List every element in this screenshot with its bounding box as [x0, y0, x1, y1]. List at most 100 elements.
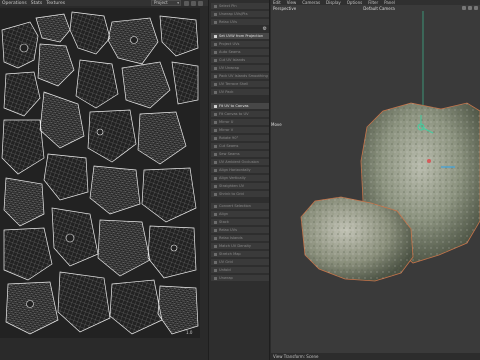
menu-textures[interactable]: Textures [46, 1, 65, 6]
tool-button[interactable]: Unwrap [211, 275, 269, 283]
uv-tools-panel: ⚙ Select Pin Unwrap UVs/Pts Relax UVs Set U… [208, 0, 270, 360]
tool-label: Fit Canvas to UV [219, 112, 249, 117]
tool-label: Align Horizontally [219, 168, 251, 173]
grid-icon[interactable] [184, 0, 189, 6]
tool-label: UV Unwrap [219, 66, 240, 71]
3d-viewport[interactable]: Edit View Cameras Display Options Filter… [271, 0, 480, 360]
tool-button[interactable]: Unwrap UVs/Pts [211, 11, 269, 19]
settings-icon[interactable] [191, 0, 196, 6]
tool-icon [214, 184, 217, 188]
tool-button[interactable]: Relax UVs [211, 227, 269, 235]
tool-button[interactable]: UV Ambient Occlusion [211, 159, 269, 167]
tool-icon [214, 144, 217, 148]
tool-button[interactable]: Unfold [211, 267, 269, 275]
tool-label: Cut Seams [219, 144, 239, 149]
tool-icon [214, 276, 217, 280]
tool-button[interactable]: Align Vertically [211, 175, 269, 183]
tool-icon [214, 12, 217, 16]
tool-button[interactable]: Auto Seams [211, 49, 269, 57]
tool-icon [214, 4, 217, 8]
tool-button[interactable]: Match UV Density [211, 243, 269, 251]
gear-icon[interactable]: ⚙ [263, 26, 267, 32]
tool-button[interactable]: Relax Islands [211, 235, 269, 243]
projection-dropdown[interactable]: Project ▾ [151, 0, 181, 6]
tool-label: Align [219, 212, 229, 217]
tool-icon [214, 34, 217, 38]
tool-icon [214, 168, 217, 172]
tool-label: Relax UVs [219, 228, 237, 233]
tool-button[interactable]: UV Grid [211, 259, 269, 267]
tool-icon [214, 244, 217, 248]
tool-icon [214, 152, 217, 156]
viewport-scene[interactable] [271, 11, 480, 353]
projection-label[interactable]: Perspective [273, 6, 296, 11]
tool-button[interactable]: Shrink to Grid [211, 191, 269, 199]
tool-label: Select Pin [219, 4, 237, 9]
tool-button[interactable]: Fit UV to Canvas [211, 103, 269, 111]
tool-label: Unwrap [219, 276, 233, 281]
tool-icon [214, 128, 217, 132]
tool-button[interactable]: Stretch Map [211, 251, 269, 259]
tool-button[interactable]: UV Pack [211, 89, 269, 97]
move-icon[interactable] [461, 6, 466, 10]
tool-icon [214, 20, 217, 24]
tool-label: Sew Seams [219, 152, 240, 157]
tool-label: UV Ambient Occlusion [219, 160, 259, 165]
viewport-icons [461, 6, 478, 10]
tool-button[interactable]: Convert Selection [211, 203, 269, 211]
tool-icon [214, 176, 217, 180]
tool-button[interactable]: Relax UVs [211, 19, 269, 27]
camera-label[interactable]: Default Camera [363, 6, 395, 11]
tool-icon [214, 204, 217, 208]
tool-icon [214, 228, 217, 232]
tool-icon [214, 260, 217, 264]
tool-button[interactable]: Mirror U [211, 119, 269, 127]
menu-operations[interactable]: Operations [2, 1, 27, 6]
tool-icon [214, 252, 217, 256]
tool-icon [214, 74, 217, 78]
tool-button[interactable]: Cut Seams [211, 143, 269, 151]
tool-button[interactable]: Fit Canvas to UV [211, 111, 269, 119]
tool-icon [214, 268, 217, 272]
tool-icon [214, 82, 217, 86]
transform-label: Move [271, 122, 282, 127]
rock-model-render [300, 11, 480, 282]
tool-button[interactable]: UV Unwrap [211, 65, 269, 73]
tool-button[interactable]: Mirror V [211, 127, 269, 135]
tool-icon [214, 160, 217, 164]
tool-button[interactable]: Align Horizontally [211, 167, 269, 175]
zoom-icon[interactable] [467, 6, 472, 10]
tool-button[interactable]: Pack UV Islands Smoothing [211, 73, 269, 81]
tool-button[interactable]: Project UVs [211, 41, 269, 49]
tool-label: Project UVs [219, 42, 240, 47]
tool-button[interactable]: Stack [211, 219, 269, 227]
tool-button[interactable]: Straighten UV [211, 183, 269, 191]
gizmo-handle-red [427, 159, 431, 163]
tool-icon [214, 236, 217, 240]
tool-button[interactable]: Align [211, 211, 269, 219]
tool-button[interactable]: Select Pin [211, 3, 269, 11]
uv-islands-drawing [1, 11, 199, 335]
uv-toolbar-icons [184, 0, 203, 6]
layout-icon[interactable] [198, 0, 203, 6]
tool-icon [214, 50, 217, 54]
menu-stats[interactable]: Stats [31, 1, 43, 6]
tool-button[interactable]: Cut UV Islands [211, 57, 269, 65]
uv-canvas[interactable] [0, 8, 200, 338]
tool-icon [214, 58, 217, 62]
tool-label: UV Terrace Shell [219, 82, 249, 87]
tool-icon [214, 192, 217, 196]
tool-button[interactable]: Sew Seams [211, 151, 269, 159]
tool-label: Mirror V [219, 128, 234, 133]
tool-label: Align Vertically [219, 176, 246, 181]
tool-icon [214, 220, 217, 224]
tool-label: Convert Selection [219, 204, 251, 209]
maximize-icon[interactable] [473, 6, 478, 10]
tool-button[interactable]: Set UVW from Projection [211, 33, 269, 41]
tool-icon [214, 90, 217, 94]
tool-label: Rotate 90° [219, 136, 239, 141]
tool-button[interactable]: UV Terrace Shell [211, 81, 269, 89]
tool-button[interactable]: Rotate 90° [211, 135, 269, 143]
projection-dropdown-value: Project [154, 0, 168, 5]
tool-label: UV Pack [219, 90, 234, 95]
